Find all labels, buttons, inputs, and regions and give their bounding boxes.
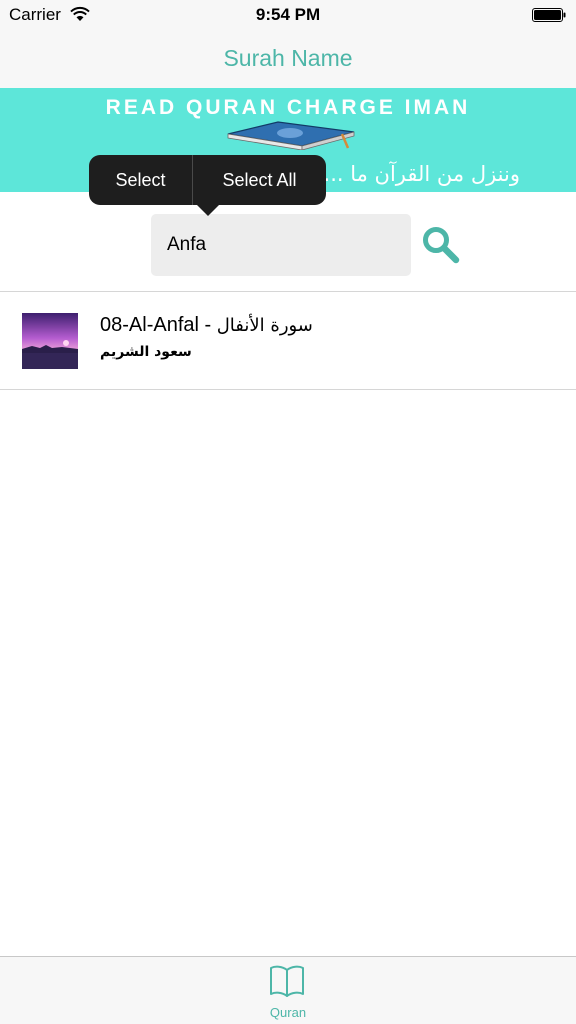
banner-title: READ QURAN CHARGE IMAN: [105, 96, 471, 119]
tab-label: Quran: [269, 1005, 307, 1020]
edit-context-menu: Select Select All: [89, 155, 326, 216]
search-icon[interactable]: [420, 224, 462, 266]
clock: 9:54 PM: [255, 5, 321, 24]
open-book-icon: [270, 965, 304, 997]
search-input[interactable]: [151, 214, 411, 276]
surah-row[interactable]: 08-Al-Anfal - سورة الأنفال سعود الشريم: [0, 292, 576, 389]
select-all-button[interactable]: Select All: [193, 155, 326, 205]
divider: [0, 389, 576, 390]
tab-quran[interactable]: Quran: [258, 963, 318, 1021]
surah-thumbnail: [22, 313, 78, 369]
surah-title-arabic: سورة الأنفال: [216, 315, 313, 336]
surah-title-latin: 08-Al-Anfal -: [100, 314, 212, 336]
tab-bar: Quran: [0, 956, 576, 1024]
surah-title: 08-Al-Anfal - سورة الأنفال: [100, 314, 313, 337]
battery-icon: [532, 8, 566, 22]
quran-book-icon: [227, 121, 355, 150]
select-button[interactable]: Select: [89, 155, 193, 205]
status-bar: Carrier 9:54 PM: [0, 0, 576, 32]
page-title: Surah Name: [223, 45, 353, 71]
reciter-name: سعود الشريم: [100, 344, 192, 360]
navigation-bar: Surah Name: [0, 32, 576, 88]
